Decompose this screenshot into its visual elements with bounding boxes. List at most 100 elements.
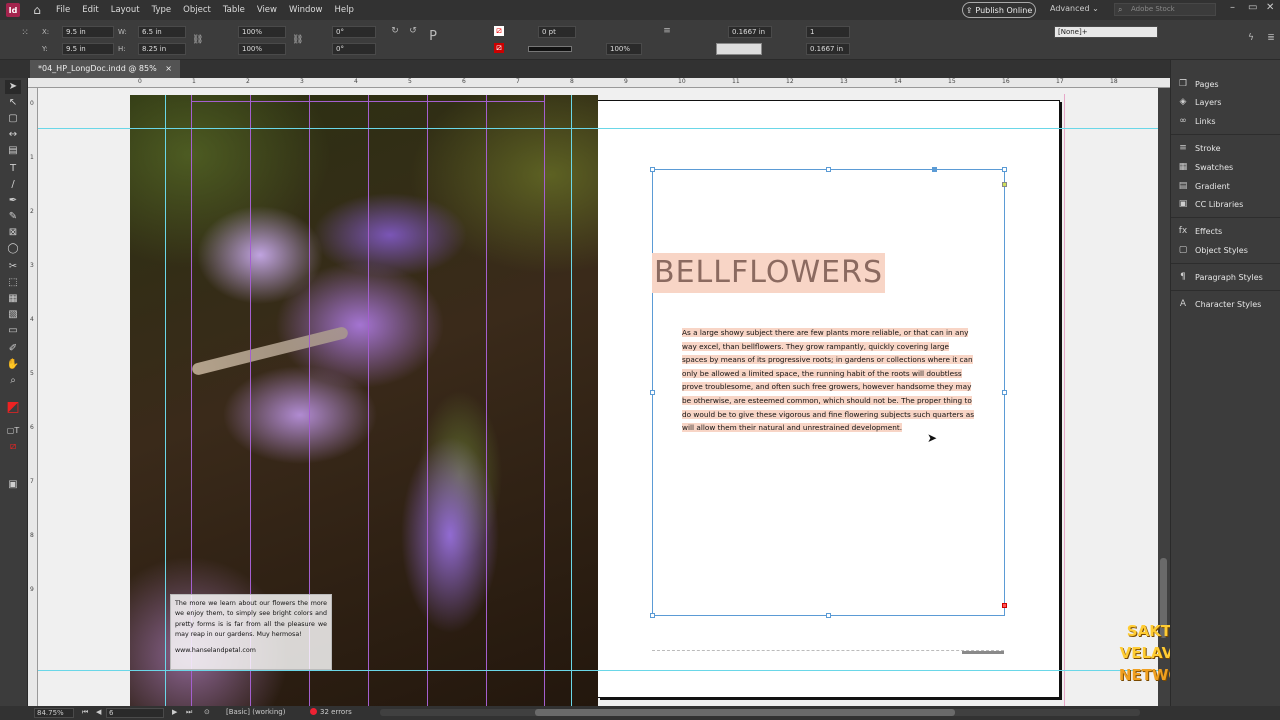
fill-none-icon[interactable]: ⧄: [494, 26, 504, 36]
article-heading[interactable]: BELLFLOWERS: [652, 253, 885, 293]
menu-file[interactable]: File: [56, 5, 70, 15]
menu-edit[interactable]: Edit: [82, 5, 98, 15]
hand-tool-icon[interactable]: ✋: [5, 358, 21, 372]
tab-close-icon[interactable]: ×: [165, 64, 172, 73]
content-grabber-icon[interactable]: [1002, 182, 1007, 187]
panel-object-styles[interactable]: ▢ Object Styles: [1177, 242, 1277, 258]
frame-handle[interactable]: [1002, 390, 1007, 395]
pasteboard[interactable]: The more we learn about our flowers the …: [38, 88, 1158, 706]
close-icon[interactable]: ✕: [1266, 2, 1274, 13]
last-page-icon[interactable]: ⏭: [186, 708, 192, 717]
direct-selection-tool-icon[interactable]: ↖: [5, 96, 21, 110]
menu-type[interactable]: Type: [152, 5, 172, 15]
free-transform-tool-icon[interactable]: ⬚: [5, 276, 21, 290]
shear-field[interactable]: 0°: [332, 43, 376, 55]
publish-online-button[interactable]: ⇪ Publish Online: [962, 2, 1036, 18]
style-status[interactable]: [Basic] (working): [226, 708, 285, 716]
panel-stroke[interactable]: ≡ Stroke: [1177, 140, 1277, 156]
scale-y-field[interactable]: 100%: [238, 43, 286, 55]
height-field[interactable]: 8.25 in: [138, 43, 186, 55]
line-tool-icon[interactable]: /: [5, 178, 21, 192]
menu-window[interactable]: Window: [289, 5, 323, 15]
panel-layers[interactable]: ◈ Layers: [1177, 94, 1277, 110]
rotate-field[interactable]: 0°: [332, 26, 376, 38]
article-body[interactable]: As a large showy subject there are few p…: [682, 326, 976, 435]
horizontal-scrollbar[interactable]: [380, 709, 1140, 716]
gradient-swatch-tool-icon[interactable]: ▦: [5, 292, 21, 306]
zoom-level-field[interactable]: 84.75%: [34, 708, 74, 718]
photo-caption[interactable]: The more we learn about our flowers the …: [170, 594, 332, 670]
rectangle-frame-tool-icon[interactable]: ⊠: [5, 226, 21, 240]
stroke-style-swatch[interactable]: [528, 46, 572, 52]
rotate-ccw-icon[interactable]: ↺: [408, 26, 418, 36]
frame-handle[interactable]: [650, 390, 655, 395]
opacity-field[interactable]: 100%: [606, 43, 642, 55]
horizontal-scroll-thumb[interactable]: [535, 709, 955, 716]
panel-pages[interactable]: ❐ Pages: [1177, 76, 1277, 92]
menu-view[interactable]: View: [257, 5, 277, 15]
scissors-tool-icon[interactable]: ✂: [5, 260, 21, 274]
frame-handle[interactable]: [826, 167, 831, 172]
panel-paragraph-styles[interactable]: ¶ Paragraph Styles: [1177, 269, 1277, 285]
frame-handle[interactable]: [650, 167, 655, 172]
object-style-field[interactable]: [None]+: [1054, 26, 1158, 38]
pencil-tool-icon[interactable]: ✎: [5, 210, 21, 224]
gradient-swatch[interactable]: [716, 43, 762, 55]
document-tab[interactable]: *04_HP_LongDoc.indd @ 85% ×: [30, 60, 180, 78]
eyedropper-tool-icon[interactable]: ✐: [5, 342, 21, 356]
width-field[interactable]: 6.5 in: [138, 26, 186, 38]
content-collector-icon[interactable]: ▤: [5, 144, 21, 158]
gap-tool-icon[interactable]: ↔: [5, 128, 21, 142]
next-page-icon[interactable]: ▶: [172, 708, 177, 716]
inset-gutter-field[interactable]: 0.1667 in: [806, 43, 850, 55]
panel-cc-libraries[interactable]: ▣ CC Libraries: [1177, 196, 1277, 212]
panel-links[interactable]: ∞ Links: [1177, 113, 1277, 129]
constrain-proportions-icon[interactable]: ⛓: [192, 35, 203, 45]
menu-object[interactable]: Object: [183, 5, 211, 15]
panel-menu-icon[interactable]: ≣: [1266, 33, 1276, 43]
align-left-icon[interactable]: ≡: [662, 26, 672, 36]
frame-handle[interactable]: [826, 613, 831, 618]
text-frame-icon[interactable]: P: [428, 30, 438, 43]
menu-table[interactable]: Table: [223, 5, 245, 15]
link-scale-icon[interactable]: ⛓: [292, 35, 303, 45]
gradient-feather-tool-icon[interactable]: ▧: [5, 308, 21, 322]
pen-tool-icon[interactable]: ✒: [5, 194, 21, 208]
panel-effects[interactable]: fx Effects: [1177, 223, 1277, 239]
zoom-tool-icon[interactable]: ⌕: [5, 374, 21, 388]
previous-page-icon[interactable]: ◀: [96, 708, 101, 716]
panel-gradient[interactable]: ▤ Gradient: [1177, 178, 1277, 194]
vertical-scrollbar[interactable]: [1158, 88, 1170, 706]
vertical-ruler[interactable]: 0 1 2 3 4 5 6 7 8 9: [28, 88, 38, 706]
first-page-icon[interactable]: ⏮: [82, 708, 88, 717]
formatting-affects-icon[interactable]: ▢T: [5, 424, 21, 438]
stroke-weight-field[interactable]: 0 pt: [538, 26, 576, 38]
rotate-cw-icon[interactable]: ↻: [390, 26, 400, 36]
page-tool-icon[interactable]: ▢: [5, 112, 21, 126]
fill-stroke-icon[interactable]: ◩: [5, 400, 21, 414]
x-field[interactable]: 9.5 in: [62, 26, 114, 38]
columns-field[interactable]: 1: [806, 26, 850, 38]
inset-top-field[interactable]: 0.1667 in: [728, 26, 772, 38]
menu-help[interactable]: Help: [335, 5, 354, 15]
stroke-swatch-icon[interactable]: ⧄: [494, 43, 504, 53]
adobe-stock-search[interactable]: ⌕ Adobe Stock: [1114, 3, 1216, 16]
overset-text-icon[interactable]: [1002, 603, 1007, 608]
note-tool-icon[interactable]: ▭: [5, 324, 21, 338]
menu-layout[interactable]: Layout: [111, 5, 140, 15]
screen-mode-icon[interactable]: ▣: [5, 478, 21, 492]
ellipse-tool-icon[interactable]: ◯: [5, 242, 21, 256]
maximize-icon[interactable]: ▭: [1248, 2, 1257, 13]
preflight-errors[interactable]: 32 errors: [310, 708, 352, 716]
panel-character-styles[interactable]: A Character Styles: [1177, 296, 1277, 312]
frame-handle[interactable]: [650, 613, 655, 618]
panel-swatches[interactable]: ▦ Swatches: [1177, 159, 1277, 175]
preflight-icon[interactable]: ⊙: [204, 708, 210, 716]
y-field[interactable]: 9.5 in: [62, 43, 114, 55]
page-number-field[interactable]: 6: [106, 708, 164, 718]
lightning-icon[interactable]: ϟ: [1246, 33, 1256, 43]
frame-handle[interactable]: [1002, 167, 1007, 172]
apply-none-icon[interactable]: ⧄: [5, 440, 21, 454]
horizontal-ruler[interactable]: 0 1 2 3 4 5 6 7 8 9 10 11 12 13 14 15 16…: [28, 78, 1170, 88]
frame-handle[interactable]: [932, 167, 937, 172]
